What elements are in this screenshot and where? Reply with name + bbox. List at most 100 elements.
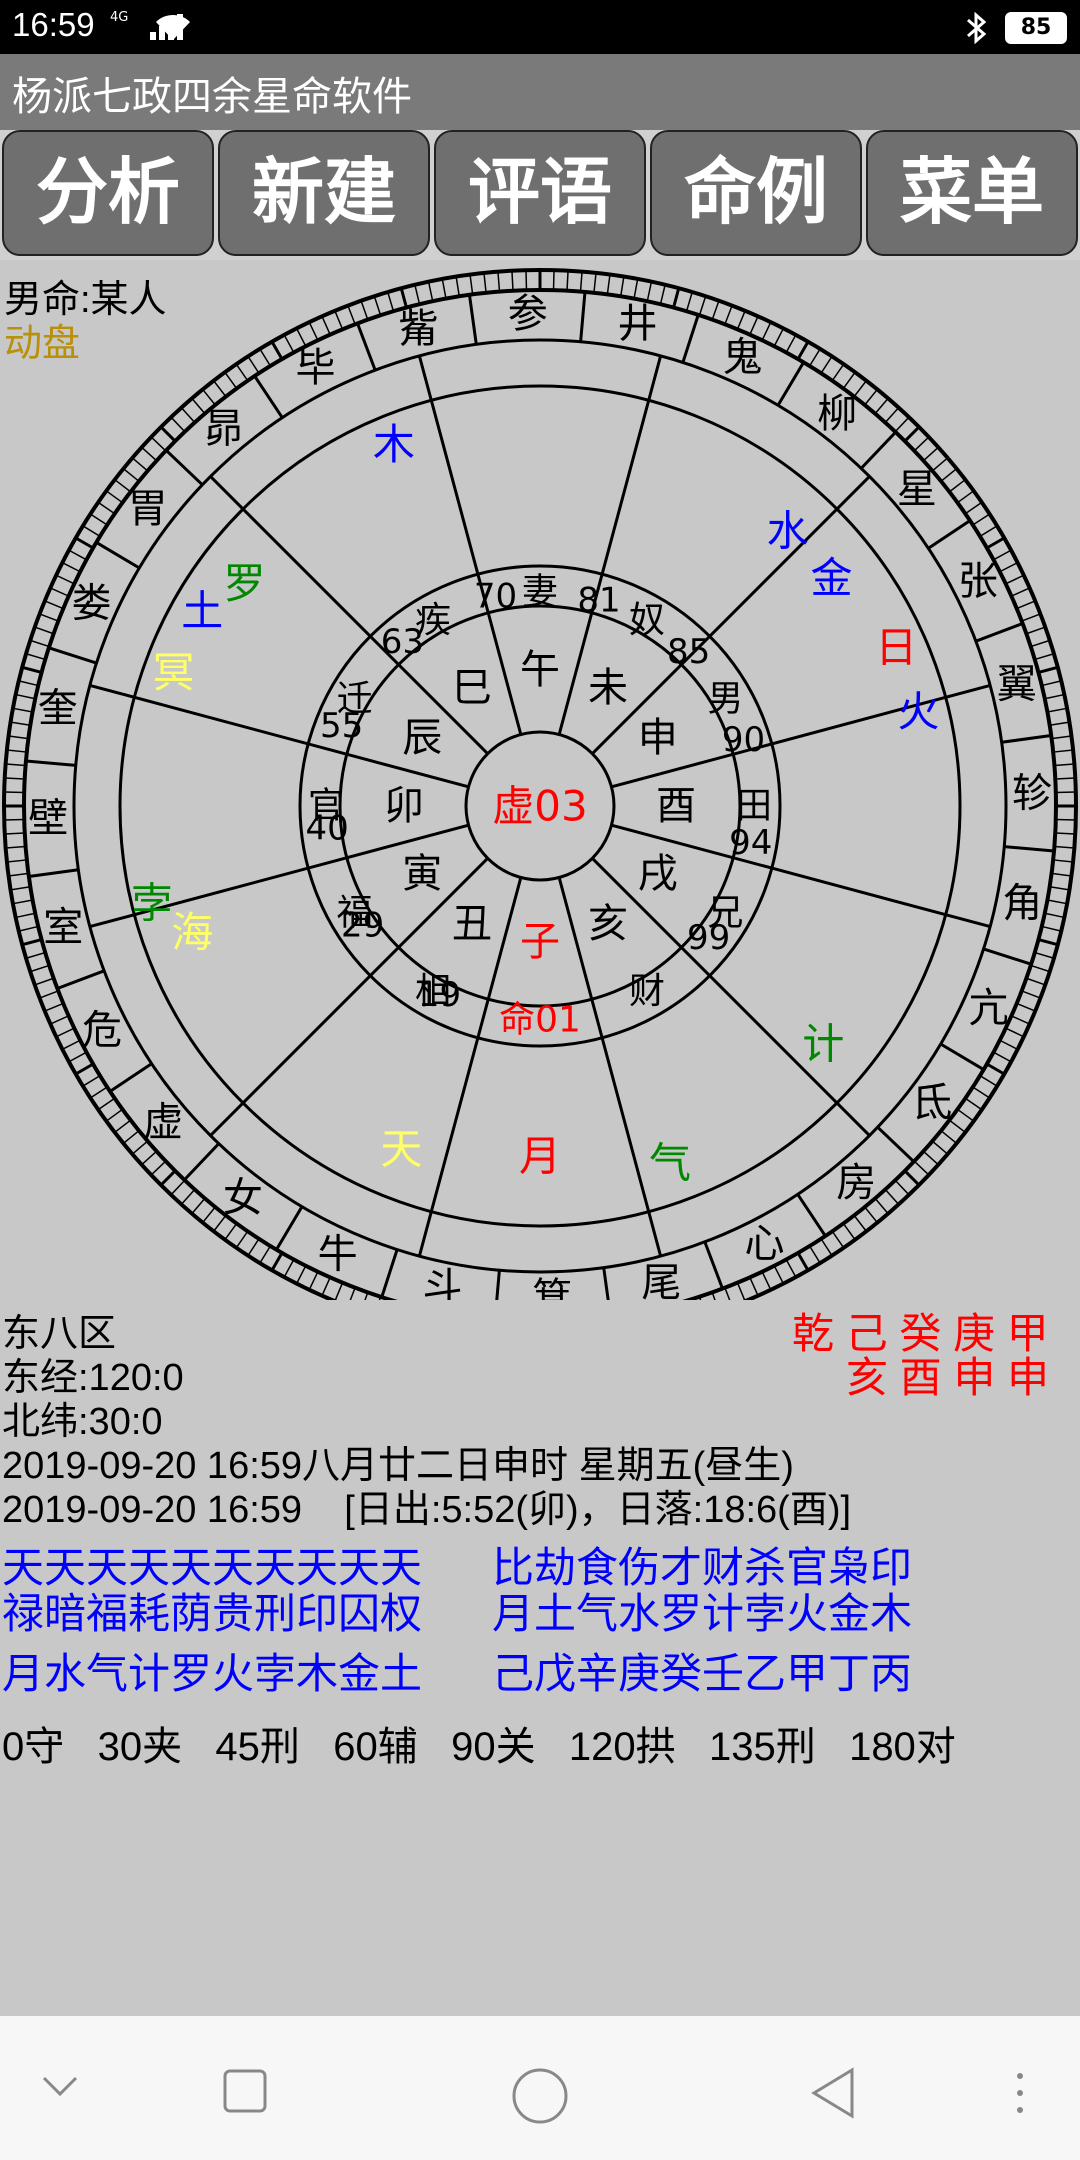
rim-tick (1011, 1015, 1030, 1025)
rim-tick (6, 859, 27, 863)
rim-tick (18, 925, 39, 932)
mansion-divider (1004, 845, 1055, 853)
rim-tick (999, 561, 1018, 573)
rim-tick (796, 1252, 810, 1271)
planet-label: 木 (373, 420, 415, 469)
clock: 16:59 (12, 6, 95, 43)
rim-tick (213, 380, 227, 398)
rim-tick (82, 525, 101, 538)
planet-label: 天 (380, 1125, 422, 1174)
rim-tick (180, 1188, 196, 1205)
mansion-divider (602, 1267, 610, 1300)
rim-tick (964, 1097, 983, 1111)
astrology-chart[interactable]: 虚03子丑寅卯辰巳午未申酉戌亥命01相福官迁疾妻奴男田兄财19294055637… (0, 260, 1080, 1300)
rim-tick (455, 276, 461, 297)
recents-icon[interactable] (222, 2068, 268, 2114)
rim-tick (50, 1015, 69, 1025)
mansion-label: 虚 (143, 1099, 183, 1145)
rim-tick (235, 363, 249, 382)
mansion-label: 奎 (38, 686, 78, 732)
rim-tick (483, 272, 487, 293)
rim-tick (399, 287, 408, 308)
branch-label: 子 (520, 919, 560, 965)
mansion-label: 井 (617, 301, 657, 347)
branch-label: 寅 (402, 851, 442, 897)
tab-analysis[interactable]: 分析 (2, 130, 214, 256)
rim-tick (979, 525, 998, 538)
rim-tick (141, 1150, 158, 1166)
mansion-label: 轸 (1012, 771, 1052, 817)
rim-tick (874, 1197, 889, 1215)
tab-new[interactable]: 新建 (218, 130, 430, 256)
rim-tick (853, 1214, 867, 1232)
house-number: 40 (306, 808, 349, 848)
rim-tick (6, 749, 27, 753)
chevron-down-icon[interactable] (40, 2066, 80, 2106)
rim-tick (373, 296, 382, 316)
home-icon[interactable] (510, 2066, 570, 2126)
rim-tick (4, 832, 25, 835)
rim-tick (295, 328, 307, 347)
house-label: 奴 (629, 600, 665, 641)
rim-tick (1038, 938, 1059, 947)
rim-tick (1051, 872, 1072, 877)
tab-comments[interactable]: 评语 (434, 130, 646, 256)
navigation-bar (0, 2016, 1080, 2160)
mansion-label: 鬼 (722, 335, 762, 381)
rim-tick (1021, 613, 1041, 622)
rim-tick (97, 1097, 116, 1111)
rim-tick (773, 1265, 785, 1284)
rim-tick (986, 536, 1005, 550)
rim-tick (922, 1150, 939, 1166)
rim-tick (711, 1292, 716, 1300)
rim-tick (259, 1245, 272, 1264)
rim-tick (1011, 587, 1030, 597)
rim-tick (525, 270, 528, 291)
rim-tick (10, 721, 31, 727)
rim-tick (334, 1282, 344, 1300)
rim-tick (864, 1206, 878, 1224)
house-number: 85 (667, 632, 710, 672)
rim-tick (948, 479, 966, 493)
rim-tick (131, 457, 149, 472)
branch-label: 申 (638, 715, 678, 761)
center-label: 虚03 (492, 782, 587, 831)
rim-tick (724, 1287, 731, 1300)
branch-label: 巳 (452, 665, 492, 711)
mansion-divider (56, 969, 105, 990)
rim-tick (159, 1169, 177, 1187)
rim-tick (761, 1271, 772, 1291)
mansion-label: 昴 (204, 406, 244, 452)
tab-menu[interactable]: 菜单 (866, 130, 1078, 256)
tab-examples[interactable]: 命例 (650, 130, 862, 256)
mansion-label: 娄 (72, 581, 112, 627)
rim-tick (25, 653, 46, 661)
rim-tick (21, 938, 42, 947)
back-icon[interactable] (808, 2066, 858, 2120)
planet-label: 水 (767, 507, 809, 556)
rim-tick (62, 1039, 81, 1051)
rim-tick (808, 348, 821, 367)
rim-tick (711, 300, 720, 320)
mansion-label: 角 (1002, 880, 1042, 926)
rim-tick (1054, 763, 1075, 767)
rim-tick (940, 468, 958, 482)
rim-tick (820, 1238, 833, 1256)
branch-label: 午 (520, 647, 560, 693)
rim-tick (427, 281, 434, 302)
rim-tick (44, 600, 64, 610)
legend-row2-left: 禄暗福耗荫贵刑印囚权 (2, 1590, 423, 1637)
rim-tick (736, 310, 746, 330)
mansion-label: 毕 (296, 345, 336, 391)
rim-tick (295, 1265, 307, 1284)
mansion-divider (275, 1205, 304, 1251)
mansion-divider (356, 322, 377, 371)
rim-tick (1038, 665, 1059, 674)
more-options-icon[interactable] (1010, 2068, 1030, 2118)
planet-label: 罗 (223, 559, 265, 608)
rim-tick (903, 425, 921, 443)
rim-tick (5, 763, 26, 767)
mansion-label: 女 (223, 1175, 263, 1221)
app-bar: 杨派七政四余星命软件 (0, 54, 1080, 130)
rim-tick (552, 270, 555, 291)
